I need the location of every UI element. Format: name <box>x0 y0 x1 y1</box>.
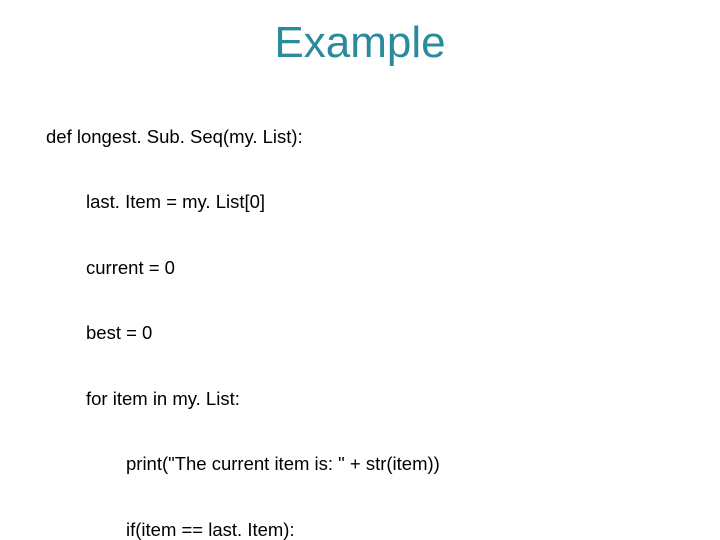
code-line: last. Item = my. List[0] <box>46 191 674 213</box>
slide: Example def longest. Sub. Seq(my. List):… <box>0 0 720 540</box>
code-line: def longest. Sub. Seq(my. List): <box>46 126 674 148</box>
code-line: current = 0 <box>46 257 674 279</box>
code-line: best = 0 <box>46 322 674 344</box>
slide-title: Example <box>46 18 674 68</box>
code-line: print("The current item is: " + str(item… <box>46 453 674 475</box>
code-line: for item in my. List: <box>46 388 674 410</box>
code-block: def longest. Sub. Seq(my. List): last. I… <box>46 82 674 540</box>
code-line: if(item == last. Item): <box>46 519 674 540</box>
